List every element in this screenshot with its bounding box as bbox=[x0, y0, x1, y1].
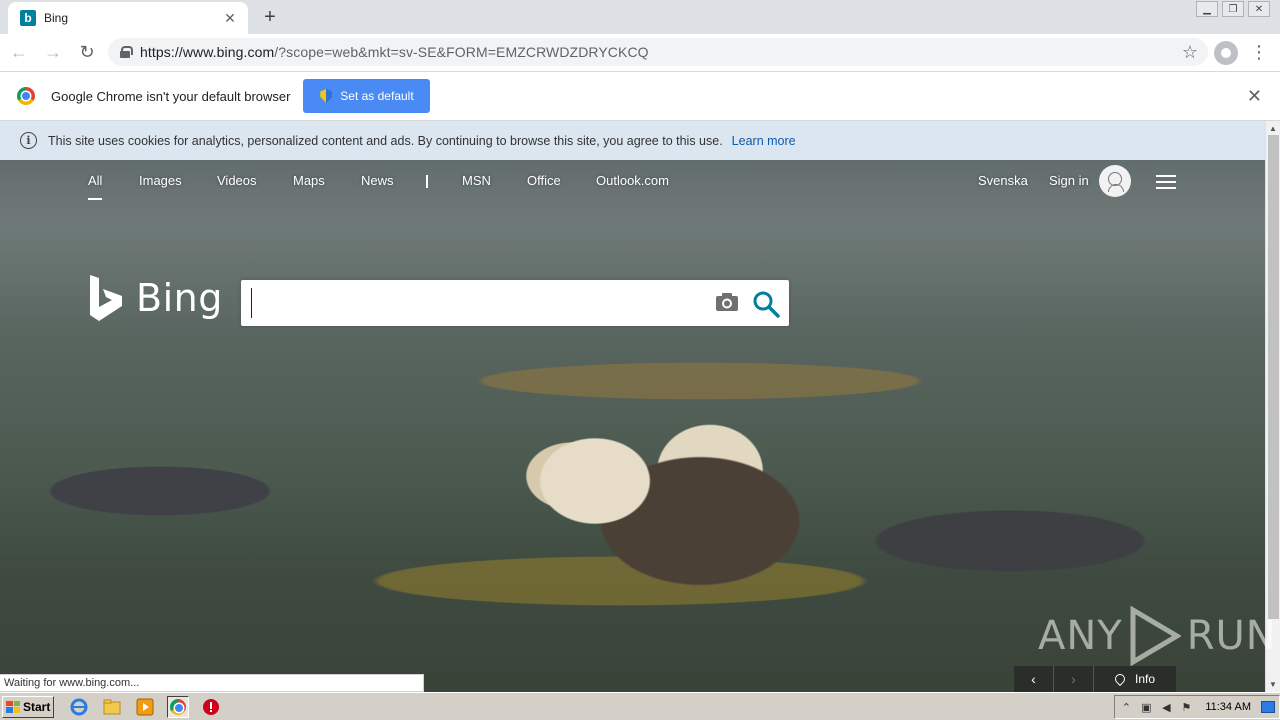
url-text: https://www.bing.com/?scope=web&mkt=sv-S… bbox=[140, 44, 649, 60]
search-icon[interactable] bbox=[752, 290, 780, 318]
internet-explorer-icon[interactable] bbox=[68, 696, 90, 718]
bing-top-nav: All Images Videos Maps News MSN Office O… bbox=[0, 160, 1265, 204]
language-link[interactable]: Svenska bbox=[978, 173, 1028, 188]
url-path: /?scope=web&mkt=sv-SE&FORM=EMZCRWDZDRYCK… bbox=[274, 44, 649, 60]
system-tray: ⌃ ▣ ◀ ⚑ 11:34 AM bbox=[1114, 695, 1280, 719]
cookie-banner: i This site uses cookies for analytics, … bbox=[0, 121, 1265, 160]
set-as-default-button[interactable]: Set as default bbox=[303, 79, 431, 113]
nav-outlook[interactable]: Outlook.com bbox=[596, 173, 669, 188]
info-icon: i bbox=[20, 132, 37, 149]
nav-images[interactable]: Images bbox=[139, 173, 182, 188]
chrome-icon bbox=[170, 698, 186, 715]
anyrun-watermark: ANY RUN bbox=[1038, 606, 1277, 666]
reload-button[interactable]: ↻ bbox=[72, 38, 102, 68]
location-pin-icon bbox=[1115, 674, 1123, 685]
chrome-logo-icon bbox=[17, 87, 35, 105]
bookmark-star-icon[interactable]: ☆ bbox=[1182, 42, 1198, 63]
sign-in-link[interactable]: Sign in bbox=[1049, 173, 1089, 188]
uac-shield-icon bbox=[320, 89, 333, 103]
set-as-default-label: Set as default bbox=[340, 89, 414, 103]
search-box bbox=[241, 280, 789, 326]
start-button[interactable]: Start bbox=[2, 695, 54, 718]
bing-logo[interactable]: Bing bbox=[88, 273, 223, 323]
user-avatar-icon[interactable] bbox=[1099, 165, 1131, 197]
status-bubble: Waiting for www.bing.com... bbox=[0, 674, 424, 692]
opera-icon[interactable] bbox=[200, 696, 222, 718]
tray-expand-icon[interactable]: ⌃ bbox=[1119, 700, 1133, 714]
search-input[interactable] bbox=[251, 288, 701, 318]
infobar-message: Google Chrome isn't your default browser bbox=[51, 88, 291, 104]
scroll-up-arrow-icon[interactable]: ▲ bbox=[1269, 124, 1277, 133]
minimize-button[interactable]: ▁ bbox=[1196, 1, 1218, 17]
nav-news[interactable]: News bbox=[361, 173, 394, 188]
bing-favicon-icon: b bbox=[20, 10, 36, 26]
bing-wordmark: Bing bbox=[136, 276, 223, 320]
nav-msn[interactable]: MSN bbox=[462, 173, 491, 188]
volume-icon[interactable]: ◀ bbox=[1159, 700, 1173, 714]
hamburger-menu-icon[interactable] bbox=[1156, 175, 1176, 189]
back-button[interactable]: ← bbox=[4, 38, 34, 68]
default-browser-infobar: Google Chrome isn't your default browser… bbox=[0, 72, 1280, 121]
action-center-flag-icon[interactable]: ⚑ bbox=[1179, 700, 1193, 714]
network-icon[interactable]: ▣ bbox=[1139, 700, 1153, 714]
infobar-close-icon[interactable]: ✕ bbox=[1247, 86, 1262, 107]
window-close-button[interactable]: ✕ bbox=[1248, 1, 1270, 17]
tab-strip: b Bing ✕ + ▁ ❐ ✕ bbox=[0, 0, 1280, 34]
learn-more-link[interactable]: Learn more bbox=[732, 134, 796, 148]
nav-maps[interactable]: Maps bbox=[293, 173, 325, 188]
windows-flag-icon bbox=[6, 700, 20, 713]
nav-videos[interactable]: Videos bbox=[217, 173, 257, 188]
restore-button[interactable]: ❐ bbox=[1222, 1, 1244, 17]
tab-bing[interactable]: b Bing ✕ bbox=[8, 2, 248, 34]
tab-title: Bing bbox=[44, 11, 69, 25]
bing-b-icon bbox=[90, 275, 122, 321]
scroll-thumb[interactable] bbox=[1268, 135, 1279, 619]
address-bar[interactable]: https://www.bing.com/?scope=web&mkt=sv-S… bbox=[108, 38, 1208, 66]
lock-icon[interactable] bbox=[120, 46, 133, 58]
profile-avatar-icon[interactable] bbox=[1214, 41, 1238, 65]
chrome-taskbar-icon[interactable] bbox=[167, 695, 189, 718]
nav-office[interactable]: Office bbox=[527, 173, 561, 188]
window-controls: ▁ ❐ ✕ bbox=[1196, 1, 1270, 17]
play-triangle-icon bbox=[1130, 606, 1181, 666]
browser-toolbar: ← → ↻ https://www.bing.com/?scope=web&mk… bbox=[0, 34, 1280, 72]
forward-button[interactable]: → bbox=[38, 38, 68, 68]
image-carousel-controls: ‹ › Info bbox=[1014, 666, 1176, 692]
tab-close-icon[interactable]: ✕ bbox=[222, 10, 238, 26]
media-player-icon[interactable] bbox=[134, 696, 156, 718]
clock[interactable]: 11:34 AM bbox=[1205, 701, 1251, 713]
show-desktop-icon[interactable] bbox=[1261, 701, 1275, 713]
file-explorer-icon[interactable] bbox=[101, 696, 123, 718]
camera-icon[interactable] bbox=[715, 292, 739, 312]
next-image-button[interactable]: › bbox=[1054, 666, 1094, 692]
chrome-menu-icon[interactable]: ⋮ bbox=[1250, 42, 1268, 62]
url-host: https://www.bing.com bbox=[140, 44, 275, 60]
scroll-down-arrow-icon[interactable]: ▼ bbox=[1269, 680, 1277, 689]
start-label: Start bbox=[23, 699, 51, 714]
nav-all[interactable]: All bbox=[88, 173, 103, 200]
watermark-left: ANY bbox=[1038, 613, 1123, 659]
cookie-message: This site uses cookies for analytics, pe… bbox=[48, 133, 723, 148]
watermark-right: RUN bbox=[1186, 613, 1277, 659]
info-label: Info bbox=[1134, 672, 1155, 686]
new-tab-button[interactable]: + bbox=[259, 6, 281, 28]
image-info-button[interactable]: Info bbox=[1094, 672, 1176, 686]
previous-image-button[interactable]: ‹ bbox=[1014, 666, 1054, 692]
nav-separator bbox=[426, 175, 428, 188]
windows-taskbar: Start ⌃ ▣ ◀ ⚑ 11:34 AM bbox=[0, 692, 1280, 720]
